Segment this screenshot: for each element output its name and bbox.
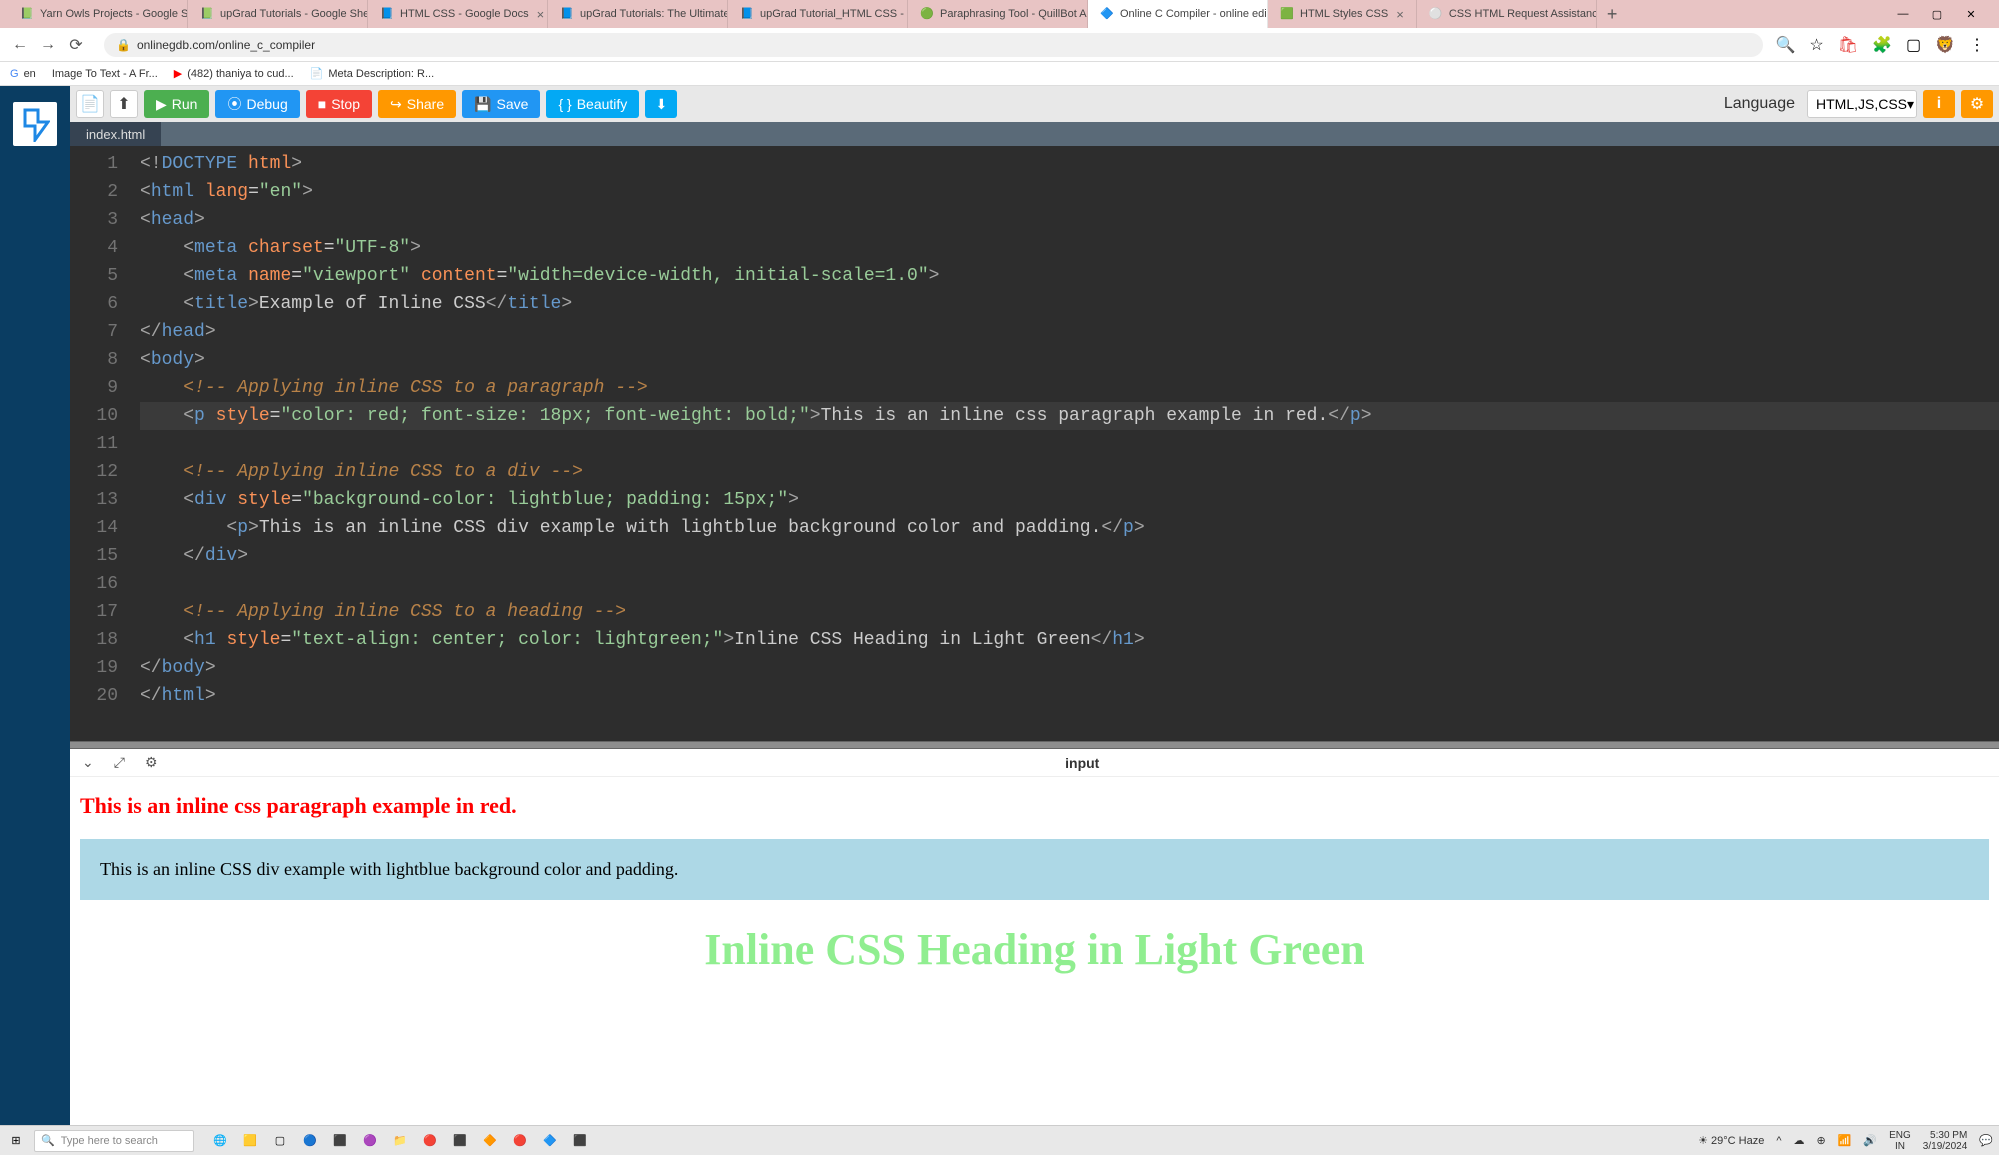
close-icon[interactable]: × — [537, 7, 545, 22]
docs-icon: 📘 — [380, 7, 394, 21]
settings-button[interactable]: ⚙ — [1961, 90, 1993, 118]
chevron-down-icon[interactable]: ⌄ — [82, 754, 94, 771]
language-select[interactable]: HTML,JS,CSS▾ — [1807, 90, 1917, 118]
file-tab-strip: index.html — [70, 122, 1999, 146]
taskbar-app-icon[interactable]: 🟣 — [360, 1131, 380, 1151]
bookmark-item[interactable]: ▶(482) thaniya to cud... — [174, 67, 294, 80]
app-logo[interactable] — [13, 102, 57, 146]
tray-volume-icon[interactable]: 🔊 — [1863, 1134, 1877, 1147]
browser-tab[interactable]: ⚪CSS HTML Request Assistance× — [1417, 0, 1597, 28]
bookmark-item[interactable]: Image To Text - A Fr... — [52, 68, 158, 80]
tray-icon[interactable]: ⊕ — [1817, 1134, 1826, 1147]
bookmark-item[interactable]: 📄Meta Description: R... — [310, 67, 434, 80]
taskbar-app-icon[interactable]: 🟨 — [240, 1131, 260, 1151]
bookmark-item[interactable]: Gen — [10, 68, 36, 80]
taskbar-app-icon[interactable]: 🔵 — [300, 1131, 320, 1151]
taskbar-search[interactable]: 🔍 Type here to search — [34, 1130, 194, 1152]
run-button[interactable]: ▶ Run — [144, 90, 209, 118]
panel-splitter[interactable] — [70, 741, 1999, 749]
browser-tab[interactable]: 📗Yarn Owls Projects - Google Sh× — [8, 0, 188, 28]
search-icon[interactable]: 🔍 — [1775, 35, 1795, 55]
taskbar-app-icon[interactable]: ▢ — [270, 1131, 290, 1151]
beautify-button[interactable]: { } Beautify — [546, 90, 639, 118]
url-input[interactable]: 🔒onlinegdb.com/online_c_compiler — [104, 33, 1763, 57]
taskbar-app-icon[interactable]: ⬛ — [450, 1131, 470, 1151]
bookmarks-bar: Gen Image To Text - A Fr... ▶(482) thani… — [0, 62, 1999, 86]
file-tab[interactable]: index.html — [70, 122, 161, 146]
language-indicator[interactable]: ENGIN — [1889, 1130, 1911, 1152]
brave-icon[interactable]: 🦁 — [1935, 35, 1955, 55]
weather-widget[interactable]: ☀ 29°C Haze — [1698, 1134, 1764, 1147]
forward-icon[interactable]: → — [36, 33, 60, 57]
output-preview: This is an inline css paragraph example … — [70, 777, 1999, 1125]
taskbar-app-icon[interactable]: 🔴 — [420, 1131, 440, 1151]
star-icon[interactable]: ☆ — [1809, 35, 1823, 55]
sheets-icon: 📗 — [200, 7, 214, 21]
output-header: ⌄ ⤢ ⚙ input — [70, 749, 1999, 777]
reload-icon[interactable]: ⟳ — [64, 33, 88, 57]
download-button[interactable]: ⬇ — [645, 90, 677, 118]
line-gutter: 1234567891011121314151617181920 — [70, 146, 130, 710]
output-tab-label: input — [178, 755, 1988, 771]
code-content[interactable]: <!DOCTYPE html> <html lang="en"> <head> … — [130, 146, 1999, 710]
browser-tab-active[interactable]: 🔷Online C Compiler - online edi× — [1088, 0, 1268, 28]
sheets-icon: 📗 — [20, 7, 34, 21]
gear-icon[interactable]: ⚙ — [145, 754, 158, 771]
browser-tab[interactable]: 🟢Paraphrasing Tool - QuillBot AI× — [908, 0, 1088, 28]
onlinegdb-icon: 🔷 — [1100, 7, 1114, 21]
browser-tab[interactable]: 📘upGrad Tutorial_HTML CSS - G× — [728, 0, 908, 28]
menu-icon[interactable]: ⋮ — [1969, 35, 1985, 55]
browser-tab-strip: 📗Yarn Owls Projects - Google Sh× 📗upGrad… — [0, 0, 1999, 28]
docs-icon: 📘 — [740, 7, 754, 21]
taskbar-clock[interactable]: 5:30 PM3/19/2024 — [1923, 1130, 1968, 1152]
puzzle-icon[interactable]: 🧩 — [1872, 35, 1892, 55]
taskbar-app-icon[interactable]: 🔶 — [480, 1131, 500, 1151]
start-button[interactable]: ⊞ — [6, 1131, 26, 1151]
taskbar-app-icon[interactable]: 🔷 — [540, 1131, 560, 1151]
tray-wifi-icon[interactable]: 📶 — [1838, 1134, 1852, 1147]
docs-icon: 📘 — [560, 7, 574, 21]
share-button[interactable]: ↪ Share — [378, 90, 456, 118]
expand-icon[interactable]: ⤢ — [114, 754, 125, 771]
taskbar-app-icon[interactable]: 🌐 — [210, 1131, 230, 1151]
output-red-paragraph: This is an inline css paragraph example … — [80, 793, 1989, 819]
code-editor[interactable]: 1234567891011121314151617181920 <!DOCTYP… — [70, 146, 1999, 741]
app-sidebar — [0, 86, 70, 1125]
browser-tab[interactable]: 📘upGrad Tutorials: The Ultimate× — [548, 0, 728, 28]
taskbar-app-icon[interactable]: 🔴 — [510, 1131, 530, 1151]
windows-taskbar: ⊞ 🔍 Type here to search 🌐 🟨 ▢ 🔵 ⬛ 🟣 📁 🔴 … — [0, 1125, 1999, 1155]
back-icon[interactable]: ← — [8, 33, 32, 57]
notifications-icon[interactable]: 💬 — [1979, 1134, 1993, 1147]
extension-icon[interactable]: 🛍 — [1838, 35, 1858, 55]
app-toolbar: 📄 ⬆ ▶ Run ⦿ Debug ■ Stop ↪ Share 💾 Save … — [70, 86, 1999, 122]
quillbot-icon: 🟢 — [920, 7, 934, 21]
stop-button[interactable]: ■ Stop — [306, 90, 372, 118]
output-blue-div: This is an inline CSS div example with l… — [80, 839, 1989, 900]
minimize-icon[interactable]: — — [1895, 6, 1911, 22]
taskbar-app-icon[interactable]: ⬛ — [570, 1131, 590, 1151]
taskbar-app-icon[interactable]: 📁 — [390, 1131, 410, 1151]
debug-button[interactable]: ⦿ Debug — [215, 90, 299, 118]
account-icon[interactable]: ▢ — [1906, 35, 1921, 55]
chat-icon: ⚪ — [1429, 7, 1443, 21]
maximize-icon[interactable]: ▢ — [1929, 6, 1945, 22]
output-green-heading: Inline CSS Heading in Light Green — [80, 924, 1989, 975]
taskbar-app-icon[interactable]: ⬛ — [330, 1131, 350, 1151]
w3-icon: 🟩 — [1280, 7, 1294, 21]
close-window-icon[interactable]: ✕ — [1963, 6, 1979, 22]
info-button[interactable]: i — [1923, 90, 1955, 118]
save-button[interactable]: 💾 Save — [462, 90, 540, 118]
browser-url-bar: ← → ⟳ 🔒onlinegdb.com/online_c_compiler 🔍… — [0, 28, 1999, 62]
browser-tab[interactable]: 🟩HTML Styles CSS× — [1268, 0, 1417, 28]
browser-tab[interactable]: 📘HTML CSS - Google Docs× — [368, 0, 548, 28]
new-tab-button[interactable]: + — [1597, 4, 1628, 25]
tray-chevron-icon[interactable]: ^ — [1776, 1135, 1781, 1147]
close-icon[interactable]: × — [1396, 7, 1404, 22]
new-file-icon[interactable]: 📄 — [76, 90, 104, 118]
language-label: Language — [1724, 95, 1795, 113]
tray-icon[interactable]: ☁ — [1794, 1134, 1805, 1147]
upload-icon[interactable]: ⬆ — [110, 90, 138, 118]
browser-tab[interactable]: 📗upGrad Tutorials - Google She× — [188, 0, 368, 28]
